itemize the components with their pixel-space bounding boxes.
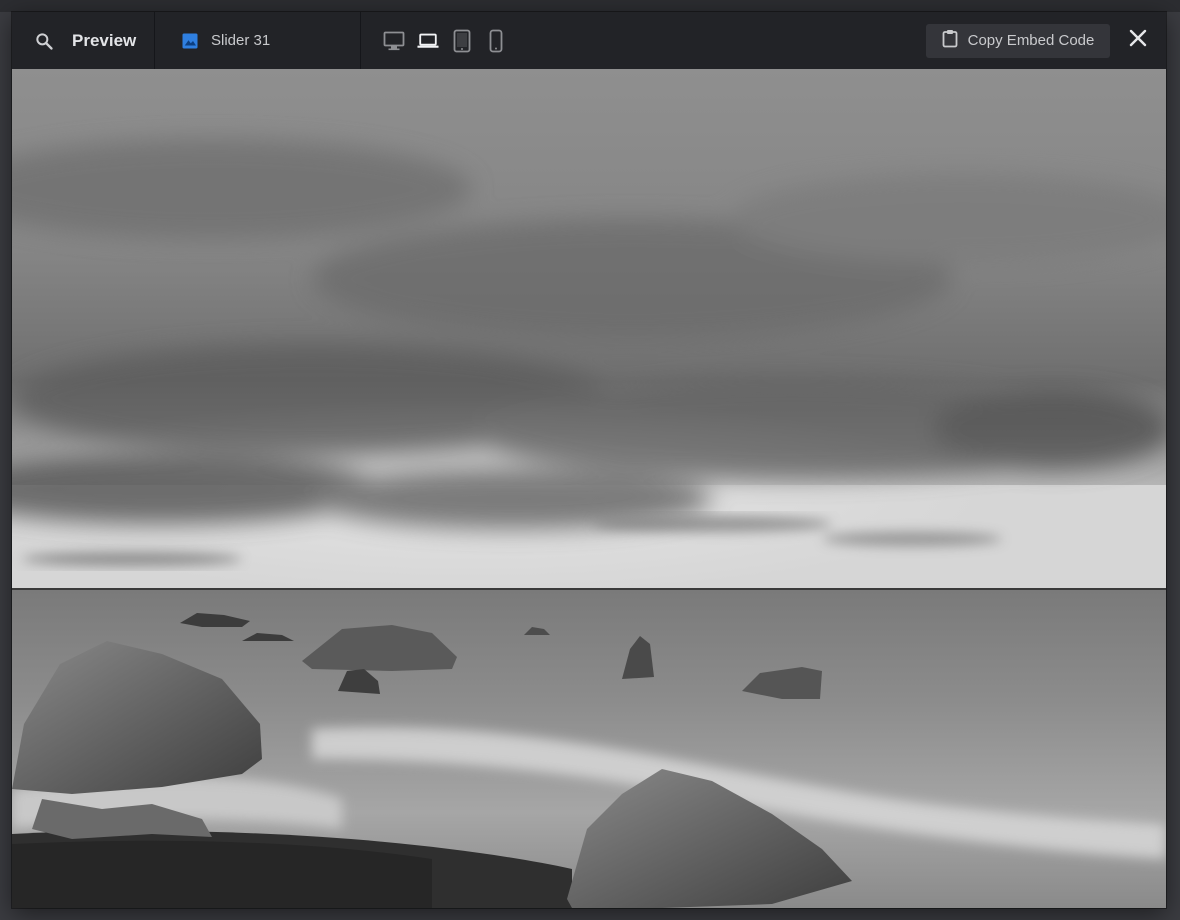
desktop-icon[interactable] <box>383 28 405 54</box>
backdrop-strip <box>0 0 1180 12</box>
slide-image <box>12 69 1166 908</box>
tablet-icon[interactable] <box>451 28 473 54</box>
laptop-icon[interactable] <box>417 28 439 54</box>
slide-stage <box>12 69 1166 908</box>
preview-toolbar: Preview Slider 31 Copy Embed Code <box>12 12 1166 70</box>
close-icon <box>1128 28 1148 53</box>
mobile-icon[interactable] <box>485 28 507 54</box>
preview-section: Preview <box>12 12 155 69</box>
search-icon[interactable] <box>34 31 54 51</box>
close-button[interactable] <box>1120 23 1156 59</box>
preview-title: Preview <box>72 30 137 50</box>
device-switcher <box>361 12 507 69</box>
copy-embed-code-button[interactable]: Copy Embed Code <box>926 23 1110 58</box>
slider-section: Slider 31 <box>155 12 361 69</box>
copy-embed-code-label: Copy Embed Code <box>967 32 1095 49</box>
slider-name: Slider 31 <box>211 32 271 49</box>
clipboard-icon <box>942 29 958 52</box>
image-icon <box>181 32 199 50</box>
preview-modal: Preview Slider 31 Copy Embed Code <box>12 12 1166 908</box>
